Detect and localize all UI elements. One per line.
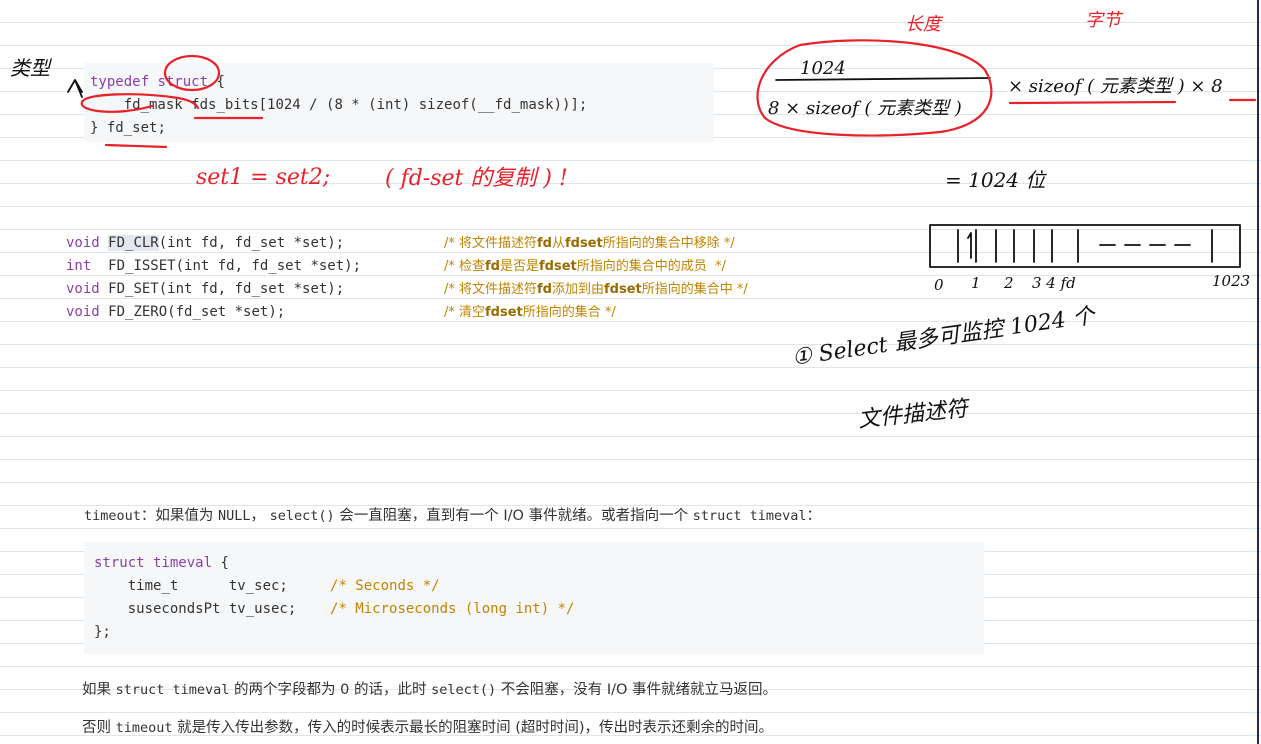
bit-array-one [967, 232, 972, 259]
underline-sizeof [1008, 98, 1257, 105]
circle-denominator [756, 39, 993, 137]
underline-fd-set [104, 143, 168, 149]
ink-annotations [67, 39, 1257, 268]
bit-array-cells [957, 229, 1213, 263]
loop-fd-mask [80, 93, 200, 113]
circle-struct [163, 54, 221, 92]
fraction-bar [775, 77, 991, 81]
arrow-to-typedef [67, 79, 83, 98]
